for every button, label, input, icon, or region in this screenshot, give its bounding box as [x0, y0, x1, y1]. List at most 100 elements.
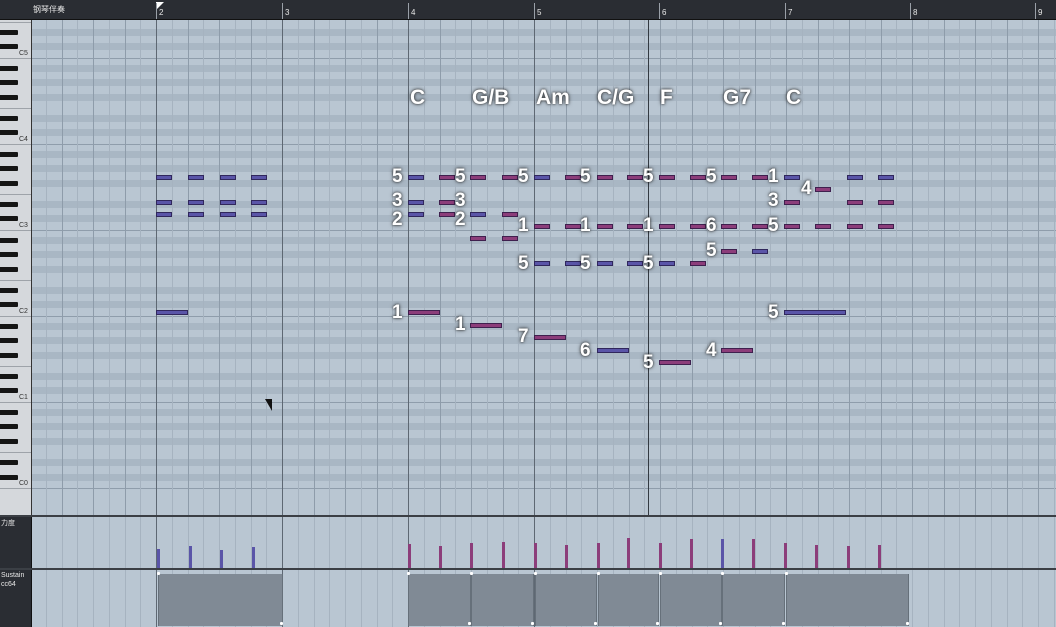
velocity-bar[interactable] — [408, 544, 411, 568]
black-key[interactable] — [0, 65, 18, 71]
midi-note[interactable] — [721, 348, 753, 353]
sustain-handle[interactable] — [656, 622, 659, 625]
midi-note[interactable] — [627, 175, 643, 180]
midi-note[interactable] — [627, 261, 643, 266]
bar-number[interactable]: 3 — [285, 8, 289, 17]
sustain-handle[interactable] — [531, 622, 534, 625]
black-key[interactable] — [0, 166, 18, 172]
black-key[interactable] — [0, 338, 18, 344]
midi-note[interactable] — [502, 175, 518, 180]
piano-keyboard[interactable]: C5 C4 C3 C2 C1 C0 — [0, 20, 32, 516]
black-key[interactable] — [0, 323, 18, 329]
sustain-handle[interactable] — [407, 572, 410, 575]
black-key[interactable] — [0, 94, 18, 100]
midi-note[interactable] — [408, 175, 424, 180]
midi-note[interactable] — [659, 360, 691, 365]
bar-number[interactable]: 9 — [1038, 8, 1042, 17]
midi-note[interactable] — [784, 175, 800, 180]
black-key[interactable] — [0, 80, 18, 86]
sustain-lane-header[interactable]: Sustain cc64 — [0, 570, 32, 627]
sustain-handle[interactable] — [782, 622, 785, 625]
midi-note[interactable] — [188, 200, 204, 205]
midi-note[interactable] — [784, 310, 846, 315]
midi-note[interactable] — [815, 187, 831, 192]
midi-note[interactable] — [188, 175, 204, 180]
midi-note[interactable] — [502, 212, 518, 217]
midi-note[interactable] — [188, 212, 204, 217]
black-key[interactable] — [0, 388, 18, 394]
midi-note[interactable] — [659, 261, 675, 266]
velocity-bar[interactable] — [534, 543, 537, 568]
midi-note[interactable] — [690, 224, 706, 229]
midi-note[interactable] — [502, 236, 518, 241]
velocity-bar[interactable] — [157, 549, 160, 568]
midi-note[interactable] — [878, 175, 894, 180]
midi-note[interactable] — [470, 323, 502, 328]
sustain-handle[interactable] — [470, 572, 473, 575]
sustain-handle[interactable] — [597, 572, 600, 575]
sustain-handle[interactable] — [659, 572, 662, 575]
sustain-handle[interactable] — [594, 622, 597, 625]
midi-note[interactable] — [439, 175, 455, 180]
midi-note[interactable] — [439, 212, 455, 217]
bar-ruler[interactable]: 钢琴伴奏 2 3 4 5 6 7 8 9 — [0, 0, 1056, 20]
black-key[interactable] — [0, 460, 18, 466]
bar-number[interactable]: 8 — [913, 8, 917, 17]
sustain-handle[interactable] — [157, 572, 160, 575]
bar-number[interactable]: 4 — [411, 8, 415, 17]
velocity-bar[interactable] — [784, 543, 787, 568]
black-key[interactable] — [0, 474, 18, 480]
black-key[interactable] — [0, 29, 18, 35]
midi-note[interactable] — [878, 224, 894, 229]
velocity-bar[interactable] — [659, 543, 662, 568]
velocity-bar[interactable] — [627, 538, 630, 568]
black-key[interactable] — [0, 180, 18, 186]
midi-note[interactable] — [408, 200, 424, 205]
sustain-event[interactable] — [471, 574, 534, 626]
midi-note[interactable] — [627, 224, 643, 229]
midi-note[interactable] — [220, 175, 236, 180]
sustain-handle[interactable] — [785, 572, 788, 575]
velocity-bar[interactable] — [721, 539, 724, 568]
black-key[interactable] — [0, 237, 18, 243]
sustain-handle[interactable] — [280, 622, 283, 625]
midi-note[interactable] — [156, 200, 172, 205]
velocity-bar[interactable] — [470, 543, 473, 568]
midi-note[interactable] — [565, 175, 581, 180]
note-grid[interactable]: C G/B Am C/G F G7 C 53253251551551556515341176… — [32, 20, 1056, 516]
bar-number[interactable]: 7 — [788, 8, 792, 17]
midi-note[interactable] — [752, 175, 768, 180]
midi-note[interactable] — [784, 200, 800, 205]
black-key[interactable] — [0, 44, 18, 50]
sustain-event[interactable] — [158, 574, 283, 626]
midi-note[interactable] — [565, 261, 581, 266]
midi-note[interactable] — [597, 261, 613, 266]
midi-note[interactable] — [439, 200, 455, 205]
midi-note[interactable] — [251, 212, 267, 217]
sustain-event[interactable] — [408, 574, 471, 626]
midi-note[interactable] — [156, 310, 188, 315]
velocity-bar[interactable] — [847, 546, 850, 568]
black-key[interactable] — [0, 216, 18, 222]
sustain-handle[interactable] — [721, 572, 724, 575]
midi-note[interactable] — [597, 175, 613, 180]
midi-note[interactable] — [470, 212, 486, 217]
midi-note[interactable] — [156, 175, 172, 180]
sustain-lane[interactable] — [32, 570, 1056, 627]
midi-note[interactable] — [534, 175, 550, 180]
bar-number[interactable]: 5 — [537, 8, 541, 17]
sustain-event[interactable] — [660, 574, 722, 626]
midi-note[interactable] — [690, 261, 706, 266]
midi-note[interactable] — [847, 200, 863, 205]
black-key[interactable] — [0, 116, 18, 122]
midi-note[interactable] — [721, 175, 737, 180]
midi-note[interactable] — [659, 175, 675, 180]
midi-note[interactable] — [597, 348, 629, 353]
velocity-bar[interactable] — [189, 546, 192, 568]
sustain-event[interactable] — [722, 574, 785, 626]
midi-note[interactable] — [408, 310, 440, 315]
black-key[interactable] — [0, 438, 18, 444]
midi-note[interactable] — [752, 249, 768, 254]
midi-note[interactable] — [534, 335, 566, 340]
velocity-bar[interactable] — [220, 550, 223, 568]
